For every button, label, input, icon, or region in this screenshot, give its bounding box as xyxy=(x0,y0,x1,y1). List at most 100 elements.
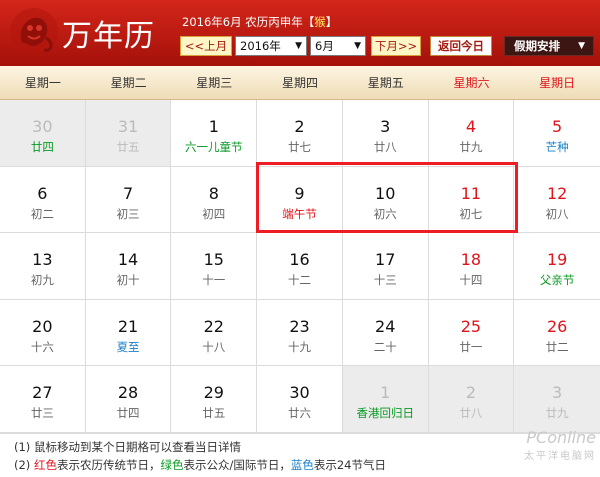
day-number: 19 xyxy=(546,250,568,270)
lunar-date-label: 初九 xyxy=(30,273,54,288)
legend-footer: (1) 鼠标移动到某个日期格可以查看当日详情 (2) 红色表示农历传统节日，绿色… xyxy=(0,433,600,477)
lunar-date-label: 初七 xyxy=(459,206,483,221)
day-number: 30 xyxy=(32,117,53,136)
lunar-date-label: 廿六 xyxy=(287,406,311,421)
calendar-day-cell[interactable]: 20 十六 xyxy=(0,299,86,367)
calendar-day-cell[interactable]: 17 十三 xyxy=(342,233,429,300)
day-number: 30 xyxy=(289,383,310,403)
lunar-date-label: 廿七 xyxy=(287,140,311,154)
chevron-down-icon: ▼ xyxy=(354,41,361,51)
calendar-day-cell[interactable]: 13 初九 xyxy=(0,233,86,300)
calendar-day-cell[interactable]: 1 六一儿童节 xyxy=(171,100,258,167)
holiday-schedule-dropdown[interactable]: 假期安排 ▼ xyxy=(504,36,594,56)
day-number: 7 xyxy=(122,183,134,203)
legend-blue-word: 蓝色 xyxy=(290,458,314,472)
calendar-day-cell[interactable]: 26 廿二 xyxy=(514,299,600,367)
lunar-date-label: 廿四 xyxy=(30,140,54,154)
calendar-day-cell[interactable]: 2 廿八 xyxy=(428,366,515,433)
day-number: 31 xyxy=(117,117,139,136)
day-number: 1 xyxy=(208,117,219,136)
calendar-day-cell[interactable]: 15 十一 xyxy=(171,233,258,300)
chevron-down-icon: ▼ xyxy=(578,41,585,51)
lunar-date-label: 夏至 xyxy=(116,339,140,354)
calendar-day-cell[interactable]: 5 芒种 xyxy=(514,100,600,167)
lunar-date-label: 廿八 xyxy=(373,140,397,154)
lunar-date-label: 廿九 xyxy=(459,140,483,154)
lunar-date-label: 十四 xyxy=(459,273,483,288)
weekday-label: 星期二 xyxy=(110,76,147,90)
year-select[interactable]: 2016年 ▼ xyxy=(235,36,307,56)
legend-green-word: 绿色 xyxy=(160,458,184,472)
app-title: 万年历 xyxy=(62,19,155,54)
zodiac-label: 猴 xyxy=(314,15,326,29)
weekday-label: 星期五 xyxy=(367,76,404,90)
next-month-button[interactable]: 下月>> xyxy=(371,36,421,56)
lunar-date-label: 初二 xyxy=(30,206,54,221)
prev-month-button[interactable]: <<上月 xyxy=(180,36,232,56)
day-number: 5 xyxy=(552,117,563,136)
monkey-logo-icon xyxy=(10,8,58,56)
calendar-day-cell[interactable]: 30 廿四 xyxy=(0,100,86,167)
day-number: 3 xyxy=(380,117,391,136)
lunar-date-label: 十六 xyxy=(30,339,54,354)
calendar-day-cell[interactable]: 7 初三 xyxy=(85,166,172,234)
day-number: 6 xyxy=(37,183,48,203)
calendar-day-cell[interactable]: 11 初七 xyxy=(428,166,515,234)
lunar-date-label: 初八 xyxy=(545,206,569,221)
calendar-day-cell[interactable]: 4 廿九 xyxy=(428,100,515,167)
lunar-date-label: 廿三 xyxy=(30,406,54,421)
calendar-day-cell[interactable]: 30 廿六 xyxy=(257,366,343,433)
month-select[interactable]: 6月 ▼ xyxy=(310,36,366,56)
calendar-day-grid: 30 廿四 31 廿五 1 六一儿童节 2 廿七 3 廿八 4 廿九 5 芒种 6 初二 7 初三 8 初四 9 端午节 1… xyxy=(0,100,600,433)
calendar-day-cell[interactable]: 25 廿一 xyxy=(428,299,515,367)
calendar-header: 万年历 2016年6月 农历丙申年【猴】 <<上月 2016年 ▼ 6月 ▼ 下月>… xyxy=(0,0,600,66)
day-number: 20 xyxy=(32,316,53,336)
day-number: 15 xyxy=(203,250,224,270)
lunar-date-label: 初三 xyxy=(116,206,140,221)
day-number: 26 xyxy=(546,316,568,336)
day-number: 29 xyxy=(203,383,224,403)
calendar-day-cell[interactable]: 19 父亲节 xyxy=(514,233,600,300)
day-number: 3 xyxy=(552,383,563,403)
calendar-day-cell[interactable]: 8 初四 xyxy=(171,166,258,234)
calendar-day-cell[interactable]: 23 十九 xyxy=(257,299,343,367)
weekday-label-saturday: 星期六 xyxy=(453,76,490,90)
calendar-day-cell[interactable]: 3 廿九 xyxy=(514,366,600,433)
back-to-today-button[interactable]: 返回今日 xyxy=(430,36,492,56)
calendar-day-cell[interactable]: 12 初八 xyxy=(514,166,600,234)
day-number: 2 xyxy=(294,117,305,136)
calendar-day-cell[interactable]: 2 廿七 xyxy=(257,100,343,167)
lunar-date-label: 十九 xyxy=(287,339,311,354)
calendar-day-cell[interactable]: 14 初十 xyxy=(85,233,172,300)
day-number: 12 xyxy=(546,183,568,203)
calendar-day-cell[interactable]: 1 香港回归日 xyxy=(342,366,429,433)
calendar-day-cell[interactable]: 21 夏至 xyxy=(85,299,172,367)
legend-line-2: (2) 红色表示农历传统节日，绿色表示公众/国际节日，蓝色表示24节气日 xyxy=(14,458,386,472)
day-number: 2 xyxy=(465,383,477,403)
calendar-day-cell[interactable]: 10 初六 xyxy=(342,166,429,234)
lunar-date-label: 父亲节 xyxy=(539,273,575,288)
calendar-day-cell[interactable]: 16 十二 xyxy=(257,233,343,300)
lunar-date-label: 廿四 xyxy=(116,406,140,421)
day-number: 10 xyxy=(375,183,396,203)
calendar-day-cell[interactable]: 29 廿五 xyxy=(171,366,258,433)
lunar-date-label: 十三 xyxy=(373,273,397,288)
calendar-day-cell[interactable]: 22 十八 xyxy=(171,299,258,367)
day-number: 4 xyxy=(465,117,477,136)
calendar-day-cell[interactable]: 3 廿八 xyxy=(342,100,429,167)
lunar-date-label: 十八 xyxy=(202,339,226,354)
calendar-day-cell[interactable]: 31 廿五 xyxy=(85,100,172,167)
calendar-day-cell[interactable]: 28 廿四 xyxy=(85,366,172,433)
lunar-date-label: 芒种 xyxy=(545,140,569,154)
day-number: 1 xyxy=(380,383,391,403)
calendar-day-cell[interactable]: 9 端午节 xyxy=(257,166,343,234)
lunar-year-info: 2016年6月 农历丙申年【猴】 xyxy=(182,15,338,29)
day-number: 28 xyxy=(117,383,139,403)
calendar-day-cell[interactable]: 27 廿三 xyxy=(0,366,86,433)
day-number: 13 xyxy=(32,250,53,270)
calendar-day-cell[interactable]: 18 十四 xyxy=(428,233,515,300)
calendar-day-cell[interactable]: 24 二十 xyxy=(342,299,429,367)
lunar-date-label: 廿九 xyxy=(545,406,569,421)
calendar-day-cell[interactable]: 6 初二 xyxy=(0,166,86,234)
legend-line-1: (1) 鼠标移动到某个日期格可以查看当日详情 xyxy=(14,440,241,454)
